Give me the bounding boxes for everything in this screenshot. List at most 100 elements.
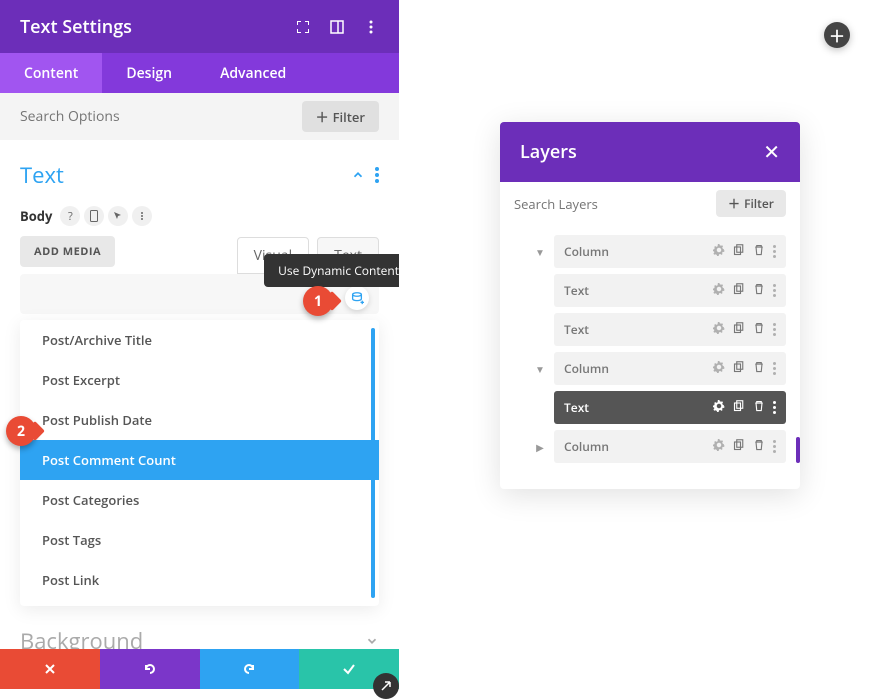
cursor-icon[interactable] xyxy=(108,206,128,226)
layer-duplicate-icon[interactable] xyxy=(733,282,745,299)
layer-label: Column xyxy=(564,360,713,377)
layers-search-input[interactable] xyxy=(514,195,716,213)
layers-panel: Layers ✕ ＋Filter ▼ Column Text Text ▼ Column T… xyxy=(500,122,800,489)
section-more-icon[interactable] xyxy=(375,167,379,183)
layer-duplicate-icon[interactable] xyxy=(733,243,745,260)
layer-row: Text xyxy=(554,274,786,307)
device-phone-icon[interactable] xyxy=(84,206,104,226)
layer-delete-icon[interactable] xyxy=(753,360,765,377)
layer-caret-icon[interactable]: ▶ xyxy=(534,440,546,454)
dynamic-content-tooltip: Use Dynamic Content xyxy=(264,254,399,287)
layer-more-icon[interactable] xyxy=(773,284,776,297)
layer-more-icon[interactable] xyxy=(773,401,776,414)
layer-item[interactable]: Text xyxy=(554,313,786,346)
sidebar-header: Text Settings xyxy=(0,0,399,53)
add-module-button[interactable]: ＋ xyxy=(824,22,850,48)
tab-content[interactable]: Content xyxy=(0,53,102,93)
dynamic-content-icon[interactable] xyxy=(345,286,369,310)
layer-duplicate-icon[interactable] xyxy=(733,360,745,377)
tab-advanced[interactable]: Advanced xyxy=(196,53,310,93)
more-menu-icon[interactable] xyxy=(363,19,379,35)
layer-duplicate-icon[interactable] xyxy=(733,399,745,416)
section-text-title: Text xyxy=(20,160,64,190)
plus-icon: ＋ xyxy=(728,195,740,212)
help-icon[interactable]: ? xyxy=(60,206,80,226)
layers-close-icon[interactable]: ✕ xyxy=(763,142,780,162)
layers-resize-handle[interactable] xyxy=(796,437,800,463)
layer-settings-icon[interactable] xyxy=(713,321,725,338)
body-more-icon[interactable] xyxy=(132,206,152,226)
section-text-header[interactable]: Text xyxy=(20,160,379,190)
layer-settings-icon[interactable] xyxy=(713,360,725,377)
settings-sidebar: Text Settings Content Design Advanced ＋F… xyxy=(0,0,399,649)
filter-button[interactable]: ＋Filter xyxy=(302,101,379,132)
layer-settings-icon[interactable] xyxy=(713,282,725,299)
dropdown-item[interactable]: Post Publish Date xyxy=(20,400,379,440)
callout-1: 1 xyxy=(303,286,339,316)
layer-item[interactable]: Text xyxy=(554,274,786,307)
chevron-down-icon xyxy=(365,634,379,648)
plus-icon: ＋ xyxy=(316,107,329,126)
layer-settings-icon[interactable] xyxy=(713,399,725,416)
layer-duplicate-icon[interactable] xyxy=(733,438,745,455)
dropdown-item[interactable]: Post Categories xyxy=(20,480,379,520)
layer-more-icon[interactable] xyxy=(773,245,776,258)
layer-row: ▶ Column xyxy=(534,430,786,463)
panel-toggle-icon[interactable] xyxy=(329,19,345,35)
layer-label: Column xyxy=(564,243,713,260)
expand-handle-icon[interactable] xyxy=(373,673,399,699)
section-background-header[interactable]: Background xyxy=(20,626,379,649)
layer-item[interactable]: Text xyxy=(554,391,786,424)
tab-design[interactable]: Design xyxy=(102,53,196,93)
dynamic-content-dropdown: Post/Archive TitlePost ExcerptPost Publi… xyxy=(20,320,379,606)
layer-settings-icon[interactable] xyxy=(713,243,725,260)
sidebar-title: Text Settings xyxy=(20,15,295,39)
section-background-title: Background xyxy=(20,626,143,649)
layer-duplicate-icon[interactable] xyxy=(733,321,745,338)
layer-row: ▼ Column xyxy=(534,352,786,385)
add-media-button[interactable]: ADD MEDIA xyxy=(20,236,115,267)
dropdown-item[interactable]: Post Excerpt xyxy=(20,360,379,400)
bottom-action-bar xyxy=(0,649,399,689)
section-background: Background xyxy=(20,606,379,649)
dropdown-item[interactable]: Post/Archive Title xyxy=(20,320,379,360)
dropdown-item[interactable]: Post Comment Count xyxy=(20,440,379,480)
dropdown-item[interactable]: Post Tags xyxy=(20,520,379,560)
layer-delete-icon[interactable] xyxy=(753,321,765,338)
layer-settings-icon[interactable] xyxy=(713,438,725,455)
layer-label: Text xyxy=(564,282,713,299)
layer-label: Text xyxy=(564,399,713,416)
layer-item[interactable]: Column xyxy=(554,430,786,463)
focus-icon[interactable] xyxy=(295,19,311,35)
layer-row: Text xyxy=(554,313,786,346)
layer-row: ▼ Column xyxy=(534,235,786,268)
search-input[interactable] xyxy=(20,107,302,126)
redo-button[interactable] xyxy=(200,649,300,689)
layer-more-icon[interactable] xyxy=(773,440,776,453)
layer-more-icon[interactable] xyxy=(773,323,776,336)
sidebar-tabs: Content Design Advanced xyxy=(0,53,399,93)
layers-title: Layers xyxy=(520,140,577,164)
layer-delete-icon[interactable] xyxy=(753,243,765,260)
layer-label: Column xyxy=(564,438,713,455)
layer-delete-icon[interactable] xyxy=(753,438,765,455)
layer-label: Text xyxy=(564,321,713,338)
dropdown-item[interactable]: Post Link xyxy=(20,560,379,600)
layer-item[interactable]: Column xyxy=(554,235,786,268)
layer-delete-icon[interactable] xyxy=(753,282,765,299)
layer-more-icon[interactable] xyxy=(773,362,776,375)
layer-item[interactable]: Column xyxy=(554,352,786,385)
layer-delete-icon[interactable] xyxy=(753,399,765,416)
body-row: Body ? xyxy=(20,206,379,226)
layers-search-row: ＋Filter xyxy=(500,182,800,225)
layers-filter-button[interactable]: ＋Filter xyxy=(716,190,786,217)
callout-2: 2 xyxy=(6,416,42,446)
layer-caret-icon[interactable]: ▼ xyxy=(534,362,546,376)
undo-button[interactable] xyxy=(100,649,200,689)
cancel-button[interactable] xyxy=(0,649,100,689)
chevron-up-icon xyxy=(351,168,365,182)
layer-caret-icon[interactable]: ▼ xyxy=(534,245,546,259)
layer-row: Text xyxy=(554,391,786,424)
layers-header: Layers ✕ xyxy=(500,122,800,182)
search-row: ＋Filter xyxy=(0,93,399,140)
